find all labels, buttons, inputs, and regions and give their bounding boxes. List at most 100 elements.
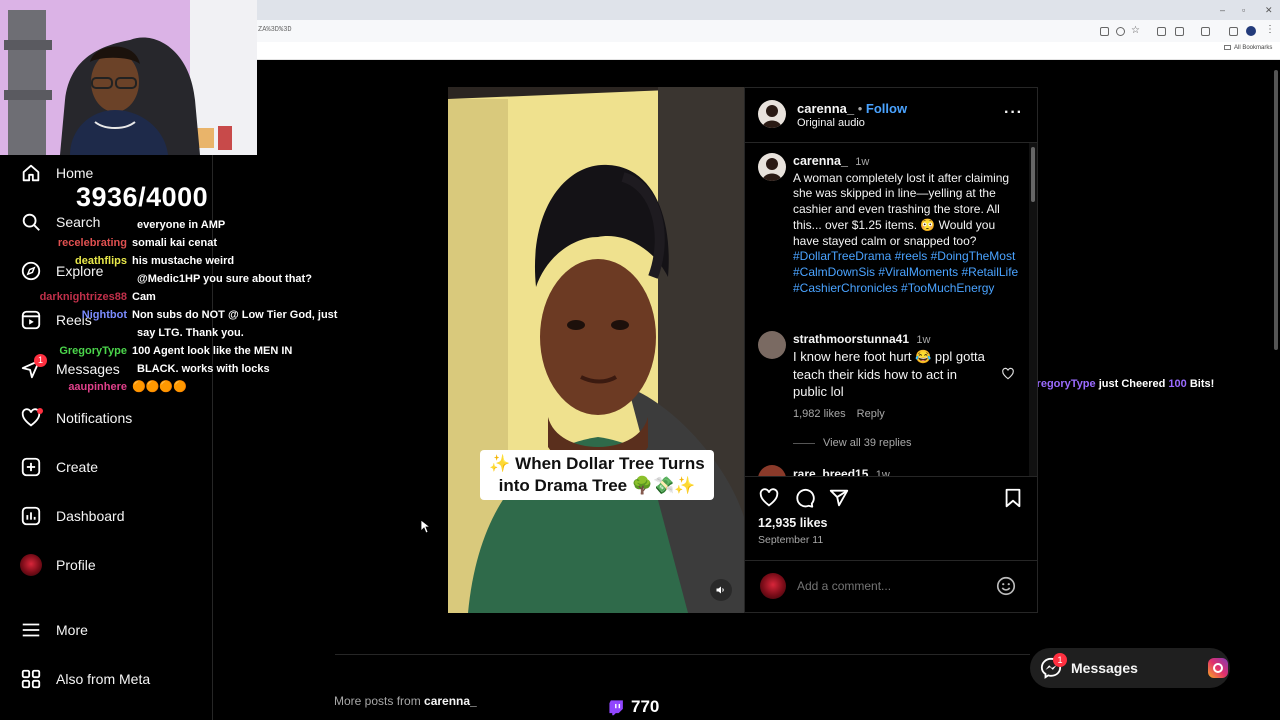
instagram-icon xyxy=(1208,658,1228,678)
streamer-webcam xyxy=(0,0,257,155)
author-avatar-illustration xyxy=(762,105,782,128)
more-options-icon[interactable]: ··· xyxy=(1004,104,1023,122)
sidebar-item-profile[interactable]: Profile xyxy=(20,551,96,579)
chat-message-text: BLACK. works with locks xyxy=(137,363,270,375)
page-scrollbar-thumb[interactable] xyxy=(1274,70,1278,350)
caption-block: carenna_ 1w A woman completely lost it a… xyxy=(793,154,1021,296)
chat-username: aaupinhere xyxy=(68,381,127,393)
mouse-cursor-icon xyxy=(420,519,432,539)
download-icon[interactable] xyxy=(1229,27,1238,36)
chat-message: BLACK. works with locks xyxy=(0,360,340,378)
minimize-button[interactable]: – xyxy=(1220,5,1225,15)
sidepanel-icon[interactable] xyxy=(1201,27,1210,36)
comment-icon[interactable] xyxy=(793,487,815,514)
share-icon[interactable] xyxy=(828,487,850,514)
cheer-text: just Cheered xyxy=(1095,378,1169,390)
follow-button[interactable]: Follow xyxy=(866,101,907,116)
cheer-alert: GregoryType just Cheered 100 Bits! xyxy=(1028,378,1214,390)
video-caption-line: ✨ When Dollar Tree Turns xyxy=(489,454,705,473)
save-bookmark-icon[interactable] xyxy=(1002,487,1024,514)
extension-icon[interactable] xyxy=(1157,27,1166,36)
all-bookmarks-link[interactable]: All Bookmarks xyxy=(1224,45,1272,51)
original-audio-link[interactable]: Original audio xyxy=(797,117,865,129)
comments-scroll-area[interactable]: carenna_ 1w A woman completely lost it a… xyxy=(745,143,1037,476)
notification-dot xyxy=(37,408,43,414)
profile-avatar-icon[interactable] xyxy=(1246,26,1256,36)
bookmarks-bar xyxy=(257,42,1280,60)
comment-text: I know here foot hurt 😂 ppl gotta teach … xyxy=(793,349,985,399)
sidebar-item-create[interactable]: Create xyxy=(20,453,98,481)
chat-message-text: Non subs do NOT @ Low Tier God, just xyxy=(132,309,338,321)
comment-avatar[interactable] xyxy=(758,465,786,476)
video-frame-illustration xyxy=(448,87,744,613)
chat-message: everyone in AMP xyxy=(0,216,340,234)
webcam-scene-illustration xyxy=(0,0,257,155)
kebab-menu-icon[interactable]: ⋮ xyxy=(1265,24,1275,35)
chat-message: GregoryType 100 Agent look like the MEN I… xyxy=(0,342,340,360)
viewer-count-value: 770 xyxy=(631,697,660,716)
actions-divider xyxy=(744,476,1038,477)
chat-message-text: 100 Agent look like the MEN IN xyxy=(132,345,293,357)
close-window-button[interactable]: ✕ xyxy=(1265,5,1273,16)
add-comment-input[interactable] xyxy=(797,578,992,594)
comment-like-icon[interactable] xyxy=(1001,367,1015,386)
emoji-icon[interactable] xyxy=(995,575,1017,602)
browser-address-bar[interactable] xyxy=(257,20,1280,42)
comment-avatar[interactable] xyxy=(758,331,786,359)
comment-time: 1w xyxy=(875,469,890,476)
comment-username[interactable]: strathmoorstunna41 xyxy=(793,332,909,346)
comment-likes[interactable]: 1,982 likes xyxy=(793,408,846,420)
video-caption-line: into Drama Tree 🌳💸✨ xyxy=(498,476,696,495)
sidebar-item-label: Notifications xyxy=(56,410,133,426)
section-divider xyxy=(335,654,1030,655)
chat-message-text: Cam xyxy=(132,291,156,303)
browser-tab-strip xyxy=(257,0,1280,20)
caption-username[interactable]: carenna_ xyxy=(793,154,848,168)
install-icon[interactable] xyxy=(1100,27,1109,36)
star-icon[interactable]: ☆ xyxy=(1131,25,1140,36)
author-avatar[interactable] xyxy=(758,100,786,128)
more-posts-username[interactable]: carenna_ xyxy=(424,694,477,708)
comments-scrollbar-thumb[interactable] xyxy=(1031,147,1035,202)
sidebar-item-label: Also from Meta xyxy=(56,671,151,687)
cheer-username: GregoryType xyxy=(1028,378,1096,390)
comment: rare_breed15 1w xyxy=(793,467,890,476)
sidebar-item-also-from-meta[interactable]: Also from Meta xyxy=(20,665,150,693)
caption-time: 1w xyxy=(855,156,870,168)
like-count[interactable]: 12,935 likes xyxy=(758,516,828,530)
chat-username: deathflips xyxy=(75,255,127,267)
comment-username[interactable]: rare_breed15 xyxy=(793,467,868,476)
caption-avatar-illustration xyxy=(762,158,782,181)
chat-message-text: his mustache weird xyxy=(132,255,235,267)
like-icon[interactable] xyxy=(758,487,780,514)
chat-message: deathflips his mustache weird xyxy=(0,252,340,270)
viewer-avatar xyxy=(760,573,786,599)
messages-pill[interactable]: 1 Messages xyxy=(1030,648,1230,688)
caption-avatar[interactable] xyxy=(758,153,786,181)
cheer-amount: 100 xyxy=(1168,378,1187,390)
zoom-icon[interactable] xyxy=(1116,27,1125,36)
post-header-line: carenna_ • Follow xyxy=(797,101,907,116)
chat-message-text: @Medic1HP you sure about that? xyxy=(137,273,312,285)
maximize-button[interactable]: ▫ xyxy=(1242,5,1245,15)
sidebar-item-more[interactable]: More xyxy=(20,616,88,644)
more-posts-heading: More posts from carenna_ xyxy=(334,694,477,708)
author-username[interactable]: carenna_ xyxy=(797,101,854,116)
url-text[interactable]: ZA%3D%3D xyxy=(258,26,292,34)
audio-toggle-button[interactable] xyxy=(710,579,732,601)
caption-hashtags[interactable]: #DollarTreeDrama #reels #DoingTheMost #C… xyxy=(793,249,1021,296)
plus-square-icon xyxy=(20,456,42,478)
chat-message-text: everyone in AMP xyxy=(137,219,226,231)
caption-text: A woman completely lost it after claimin… xyxy=(793,170,1010,248)
comment-time: 1w xyxy=(916,334,931,346)
reel-video[interactable]: ✨ When Dollar Tree Turns into Drama Tree… xyxy=(448,87,744,613)
sidebar-item-dashboard[interactable]: Dashboard xyxy=(20,502,125,530)
view-replies-label: View all 39 replies xyxy=(823,437,912,449)
follow-separator: • xyxy=(857,101,863,116)
view-replies-button[interactable]: View all 39 replies xyxy=(793,437,911,449)
chat-username: GregoryType xyxy=(59,345,127,357)
sidebar-item-notifications[interactable]: Notifications xyxy=(20,404,132,432)
chat-message: darknightrizes88 Cam xyxy=(0,288,340,306)
puzzle-icon[interactable] xyxy=(1175,27,1184,36)
reply-button[interactable]: Reply xyxy=(857,408,885,420)
